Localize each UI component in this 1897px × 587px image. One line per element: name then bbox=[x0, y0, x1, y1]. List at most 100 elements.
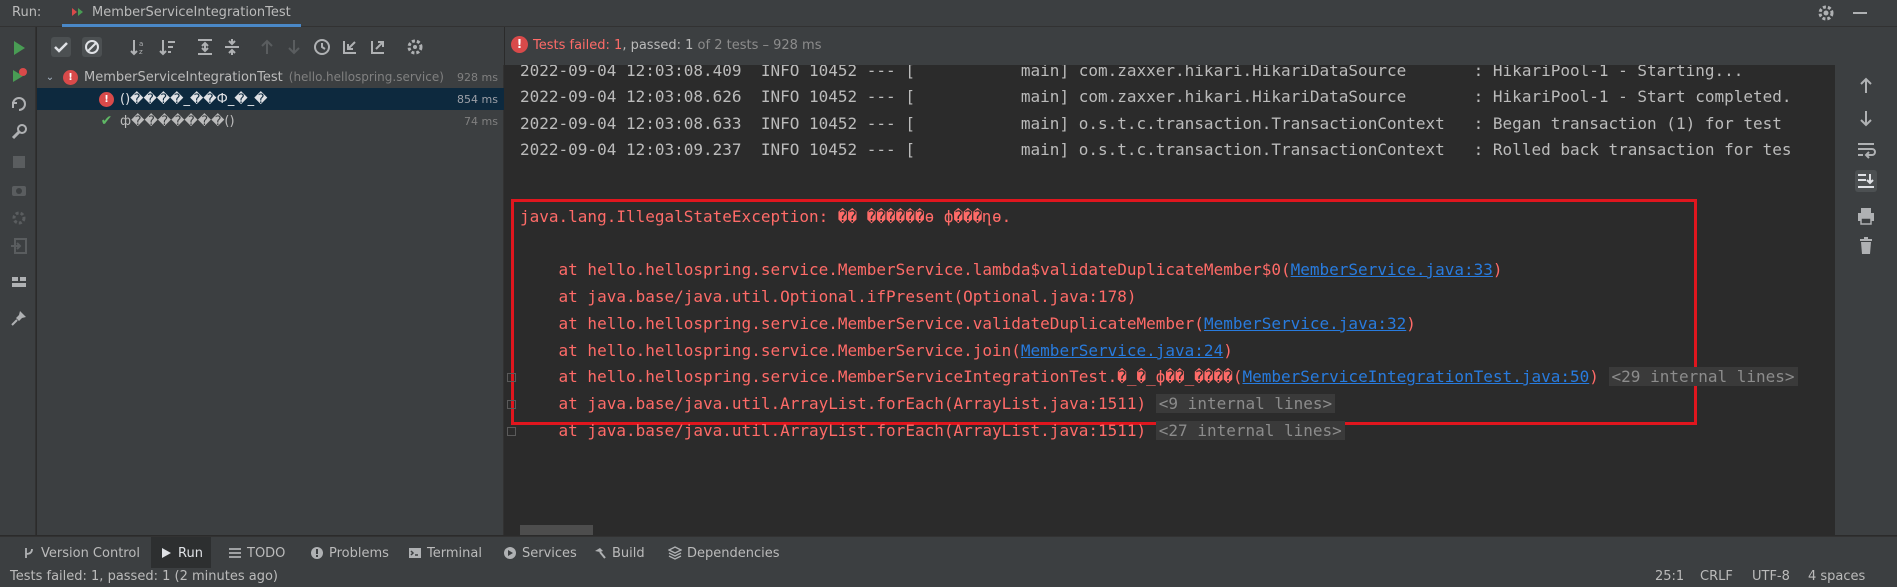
internal-lines-fold[interactable]: <27 internal lines> bbox=[1155, 421, 1345, 440]
stack-frame-text: at java.base/java.util.ArrayList.forEach… bbox=[520, 394, 1147, 413]
fold-icon[interactable] bbox=[507, 427, 516, 436]
line-separator[interactable]: CRLF bbox=[1700, 569, 1733, 584]
log-line: 2022-09-04 12:03:09.237 INFO 10452 --- [… bbox=[520, 140, 1792, 159]
layout-icon[interactable] bbox=[10, 273, 28, 291]
gear-icon[interactable] bbox=[1817, 4, 1835, 22]
hammer-icon bbox=[593, 546, 607, 560]
toggle-auto-test-icon[interactable] bbox=[10, 95, 28, 113]
caret-position[interactable]: 25:1 bbox=[1655, 569, 1684, 584]
export-tests-icon[interactable] bbox=[368, 37, 388, 57]
next-failed-icon[interactable] bbox=[284, 37, 304, 57]
file-encoding[interactable]: UTF-8 bbox=[1752, 569, 1790, 584]
previous-failed-icon[interactable] bbox=[257, 37, 277, 57]
svg-text:z: z bbox=[139, 48, 143, 56]
import-icon[interactable] bbox=[10, 237, 28, 255]
trash-icon[interactable] bbox=[1855, 235, 1877, 257]
stack-frame: at java.base/java.util.Optional.ifPresen… bbox=[520, 287, 1137, 306]
expand-all-icon[interactable] bbox=[195, 37, 215, 57]
arrow-down-icon[interactable] bbox=[1855, 107, 1877, 129]
stack-frame-end: ) bbox=[1492, 260, 1503, 279]
fold-icon[interactable] bbox=[507, 400, 516, 409]
run-label: Run: bbox=[12, 5, 42, 20]
tab-services[interactable]: Services bbox=[495, 537, 585, 569]
services-icon bbox=[503, 546, 517, 560]
layers-icon bbox=[667, 546, 683, 560]
history-icon[interactable] bbox=[312, 37, 332, 57]
test-settings-icon[interactable] bbox=[405, 37, 425, 57]
horizontal-scrollbar[interactable] bbox=[520, 525, 593, 535]
sort-alphabetically-icon[interactable]: az bbox=[129, 37, 149, 57]
camera-icon[interactable] bbox=[10, 181, 28, 199]
tab-version-control[interactable]: Version Control bbox=[14, 537, 148, 569]
stack-frame-text: at java.base/java.util.Optional.ifPresen… bbox=[520, 287, 1137, 306]
stack-frame-text: at hello.hellospring.service.MemberServi… bbox=[520, 367, 1243, 386]
list-icon bbox=[228, 546, 242, 560]
settings-disabled-icon[interactable] bbox=[10, 209, 28, 227]
tree-item[interactable]: ✔ ф�������() 74 ms bbox=[37, 110, 504, 132]
stack-frame-end: ) bbox=[1589, 367, 1599, 386]
tab-terminal[interactable]: Terminal bbox=[400, 537, 490, 569]
stack-frame: at java.base/java.util.ArrayList.forEach… bbox=[520, 421, 1345, 440]
source-link[interactable]: MemberService.java:24 bbox=[1021, 341, 1223, 360]
status-total: of 2 tests – 928 ms bbox=[693, 38, 822, 53]
source-link[interactable]: MemberService.java:32 bbox=[1204, 314, 1406, 333]
stack-frame: at hello.hellospring.service.MemberServi… bbox=[520, 314, 1416, 333]
internal-lines-fold[interactable]: <9 internal lines> bbox=[1155, 394, 1336, 413]
log-line: 2022-09-04 12:03:08.633 INFO 10452 --- [… bbox=[520, 114, 1782, 133]
highlight-box bbox=[511, 199, 1697, 425]
soft-wrap-icon[interactable] bbox=[1855, 139, 1877, 161]
show-passed-icon[interactable] bbox=[51, 37, 71, 57]
run-tool-header: Run: MemberServiceIntegrationTest bbox=[0, 0, 1897, 27]
status-message[interactable]: Tests failed: 1, passed: 1 (2 minutes ag… bbox=[10, 569, 278, 584]
tab-label: Run bbox=[178, 545, 203, 561]
tree-root[interactable]: ⌄ ! MemberServiceIntegrationTest (hello.… bbox=[37, 66, 504, 88]
tab-run[interactable]: Run bbox=[151, 537, 211, 569]
minimize-icon[interactable] bbox=[1853, 12, 1867, 14]
tab-label: Services bbox=[522, 545, 577, 561]
rerun-icon[interactable] bbox=[10, 39, 28, 57]
stop-icon[interactable] bbox=[10, 153, 28, 171]
stack-frame: at hello.hellospring.service.MemberServi… bbox=[520, 260, 1503, 279]
rerun-failed-icon[interactable] bbox=[10, 67, 28, 85]
stack-frame: at java.base/java.util.ArrayList.forEach… bbox=[520, 394, 1336, 413]
stack-frame-end: ) bbox=[1406, 314, 1416, 333]
source-link[interactable]: MemberServiceIntegrationTest.java:50 bbox=[1242, 367, 1589, 386]
tab-build[interactable]: Build bbox=[585, 537, 653, 569]
console-output[interactable]: 2022-09-04 12:03:08.409 INFO 10452 --- [… bbox=[505, 65, 1835, 535]
tab-dependencies[interactable]: Dependencies bbox=[660, 537, 788, 569]
status-passed-label: , passed: bbox=[622, 38, 686, 53]
stack-frame-text: at hello.hellospring.service.MemberServi… bbox=[520, 260, 1291, 279]
internal-lines-fold[interactable]: <29 internal lines> bbox=[1608, 367, 1798, 386]
error-icon: ! bbox=[511, 36, 528, 53]
indent-setting[interactable]: 4 spaces bbox=[1808, 569, 1865, 584]
print-icon[interactable] bbox=[1855, 205, 1877, 227]
show-ignored-icon[interactable] bbox=[82, 37, 102, 57]
scroll-to-end-icon[interactable] bbox=[1855, 170, 1877, 192]
exception-message: java.lang.IllegalStateException: �� ����… bbox=[520, 207, 1012, 226]
test-failed-icon: ! bbox=[63, 69, 78, 85]
tree-item-duration: 854 ms bbox=[457, 92, 498, 106]
sort-by-duration-icon[interactable] bbox=[158, 37, 178, 57]
stack-frame-text: at hello.hellospring.service.MemberServi… bbox=[520, 314, 1204, 333]
stack-frame-end: ) bbox=[1223, 341, 1233, 360]
import-tests-icon[interactable] bbox=[340, 37, 360, 57]
status-bar: Tests failed: 1, passed: 1 (2 minutes ag… bbox=[0, 568, 1897, 587]
tree-root-package: (hello.hellospring.service) bbox=[288, 70, 444, 84]
run-tab[interactable]: MemberServiceIntegrationTest bbox=[62, 0, 301, 27]
fold-icon[interactable] bbox=[507, 373, 516, 382]
tab-todo[interactable]: TODO bbox=[220, 537, 293, 569]
tree-root-duration: 928 ms bbox=[457, 70, 498, 84]
info-icon bbox=[310, 546, 324, 560]
pin-icon[interactable] bbox=[10, 309, 28, 327]
arrow-up-icon[interactable] bbox=[1855, 75, 1877, 97]
tab-label: Problems bbox=[329, 545, 389, 561]
wrench-icon[interactable] bbox=[10, 123, 28, 141]
stack-frame-text: at java.base/java.util.ArrayList.forEach… bbox=[520, 421, 1147, 440]
run-tab-label: MemberServiceIntegrationTest bbox=[92, 5, 291, 20]
chevron-down-icon[interactable]: ⌄ bbox=[43, 72, 57, 83]
tree-item[interactable]: ! ()����_��Ф_�_� 854 ms bbox=[37, 88, 504, 110]
tab-problems[interactable]: Problems bbox=[302, 537, 397, 569]
collapse-all-icon[interactable] bbox=[222, 37, 242, 57]
source-link[interactable]: MemberService.java:33 bbox=[1291, 260, 1493, 279]
test-tree: ⌄ ! MemberServiceIntegrationTest (hello.… bbox=[37, 65, 504, 535]
